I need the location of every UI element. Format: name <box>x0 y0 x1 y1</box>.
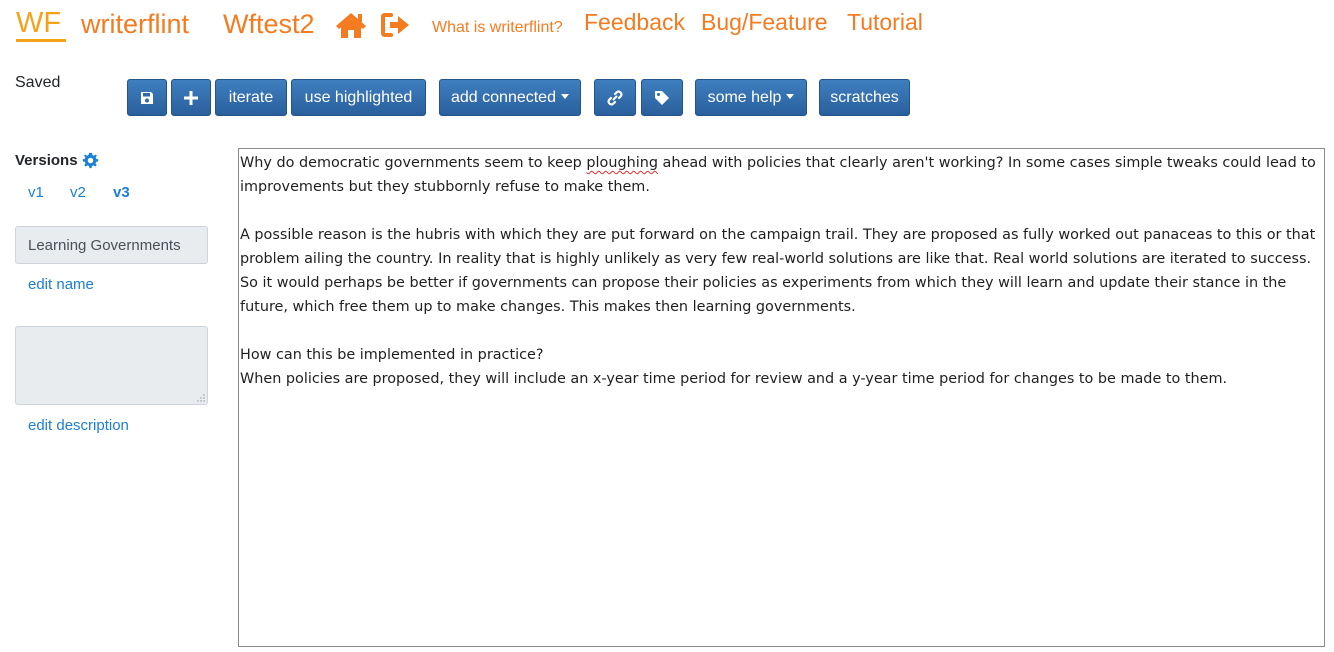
logo-underline <box>16 39 66 42</box>
save-status-text: Saved <box>15 74 61 91</box>
link-icon <box>607 89 623 106</box>
add-connected-dropdown[interactable]: add connected <box>439 79 581 116</box>
plus-icon <box>184 90 198 105</box>
home-icon[interactable] <box>334 11 368 39</box>
editor-paragraph: Why do democratic governments seem to ke… <box>240 151 1323 199</box>
sign-out-icon[interactable] <box>381 12 411 38</box>
iterate-button[interactable]: iterate <box>215 79 287 116</box>
top-navbar: WF writerflint Wftest2 What is writerfli… <box>0 0 1334 50</box>
use-highlighted-button[interactable]: use highlighted <box>291 79 426 116</box>
nav-feedback-link[interactable]: Feedback <box>584 11 685 34</box>
save-icon <box>141 91 153 104</box>
scratches-button[interactable]: scratches <box>819 79 910 116</box>
nav-bug-feature-link[interactable]: Bug/Feature <box>701 11 828 34</box>
nav-tutorial-link[interactable]: Tutorial <box>847 11 923 34</box>
version-link-v1[interactable]: v1 <box>28 184 44 201</box>
versions-label: Versions <box>15 152 78 169</box>
caret-down-icon <box>560 94 569 99</box>
misspelled-word: ploughing <box>586 155 658 171</box>
resize-grip-icon[interactable] <box>197 394 205 402</box>
versions-heading: Versions <box>15 152 99 169</box>
edit-description-link[interactable]: edit description <box>28 417 129 434</box>
name-field: Learning Governments <box>15 226 208 264</box>
some-help-dropdown[interactable]: some help <box>695 79 807 116</box>
tag-icon <box>655 90 669 105</box>
save-button[interactable] <box>127 79 167 116</box>
editor-paragraph: A possible reason is the hubris with whi… <box>240 227 1316 315</box>
add-button[interactable] <box>171 79 211 116</box>
tag-button[interactable] <box>641 79 683 116</box>
nav-what-is-link[interactable]: What is writerflint? <box>432 20 563 36</box>
nav-brand-link[interactable]: writerflint <box>81 11 189 38</box>
logo[interactable]: WF <box>16 5 61 41</box>
link-button[interactable] <box>594 79 636 116</box>
editor-text: Why do democratic governments seem to ke… <box>240 155 587 171</box>
caret-down-icon <box>786 94 795 99</box>
gear-icon[interactable] <box>82 152 99 169</box>
version-link-v3[interactable]: v3 <box>113 184 130 201</box>
editor-paragraph: How can this be implemented in practice? <box>240 347 544 363</box>
text-editor[interactable]: Why do democratic governments seem to ke… <box>238 148 1325 647</box>
version-link-v2[interactable]: v2 <box>70 184 86 201</box>
some-help-label: some help <box>707 88 782 106</box>
nav-project-link[interactable]: Wftest2 <box>223 11 315 38</box>
add-connected-label: add connected <box>451 88 556 106</box>
edit-name-link[interactable]: edit name <box>28 276 94 293</box>
description-field <box>15 326 208 405</box>
editor-paragraph: When policies are proposed, they will in… <box>240 371 1228 387</box>
